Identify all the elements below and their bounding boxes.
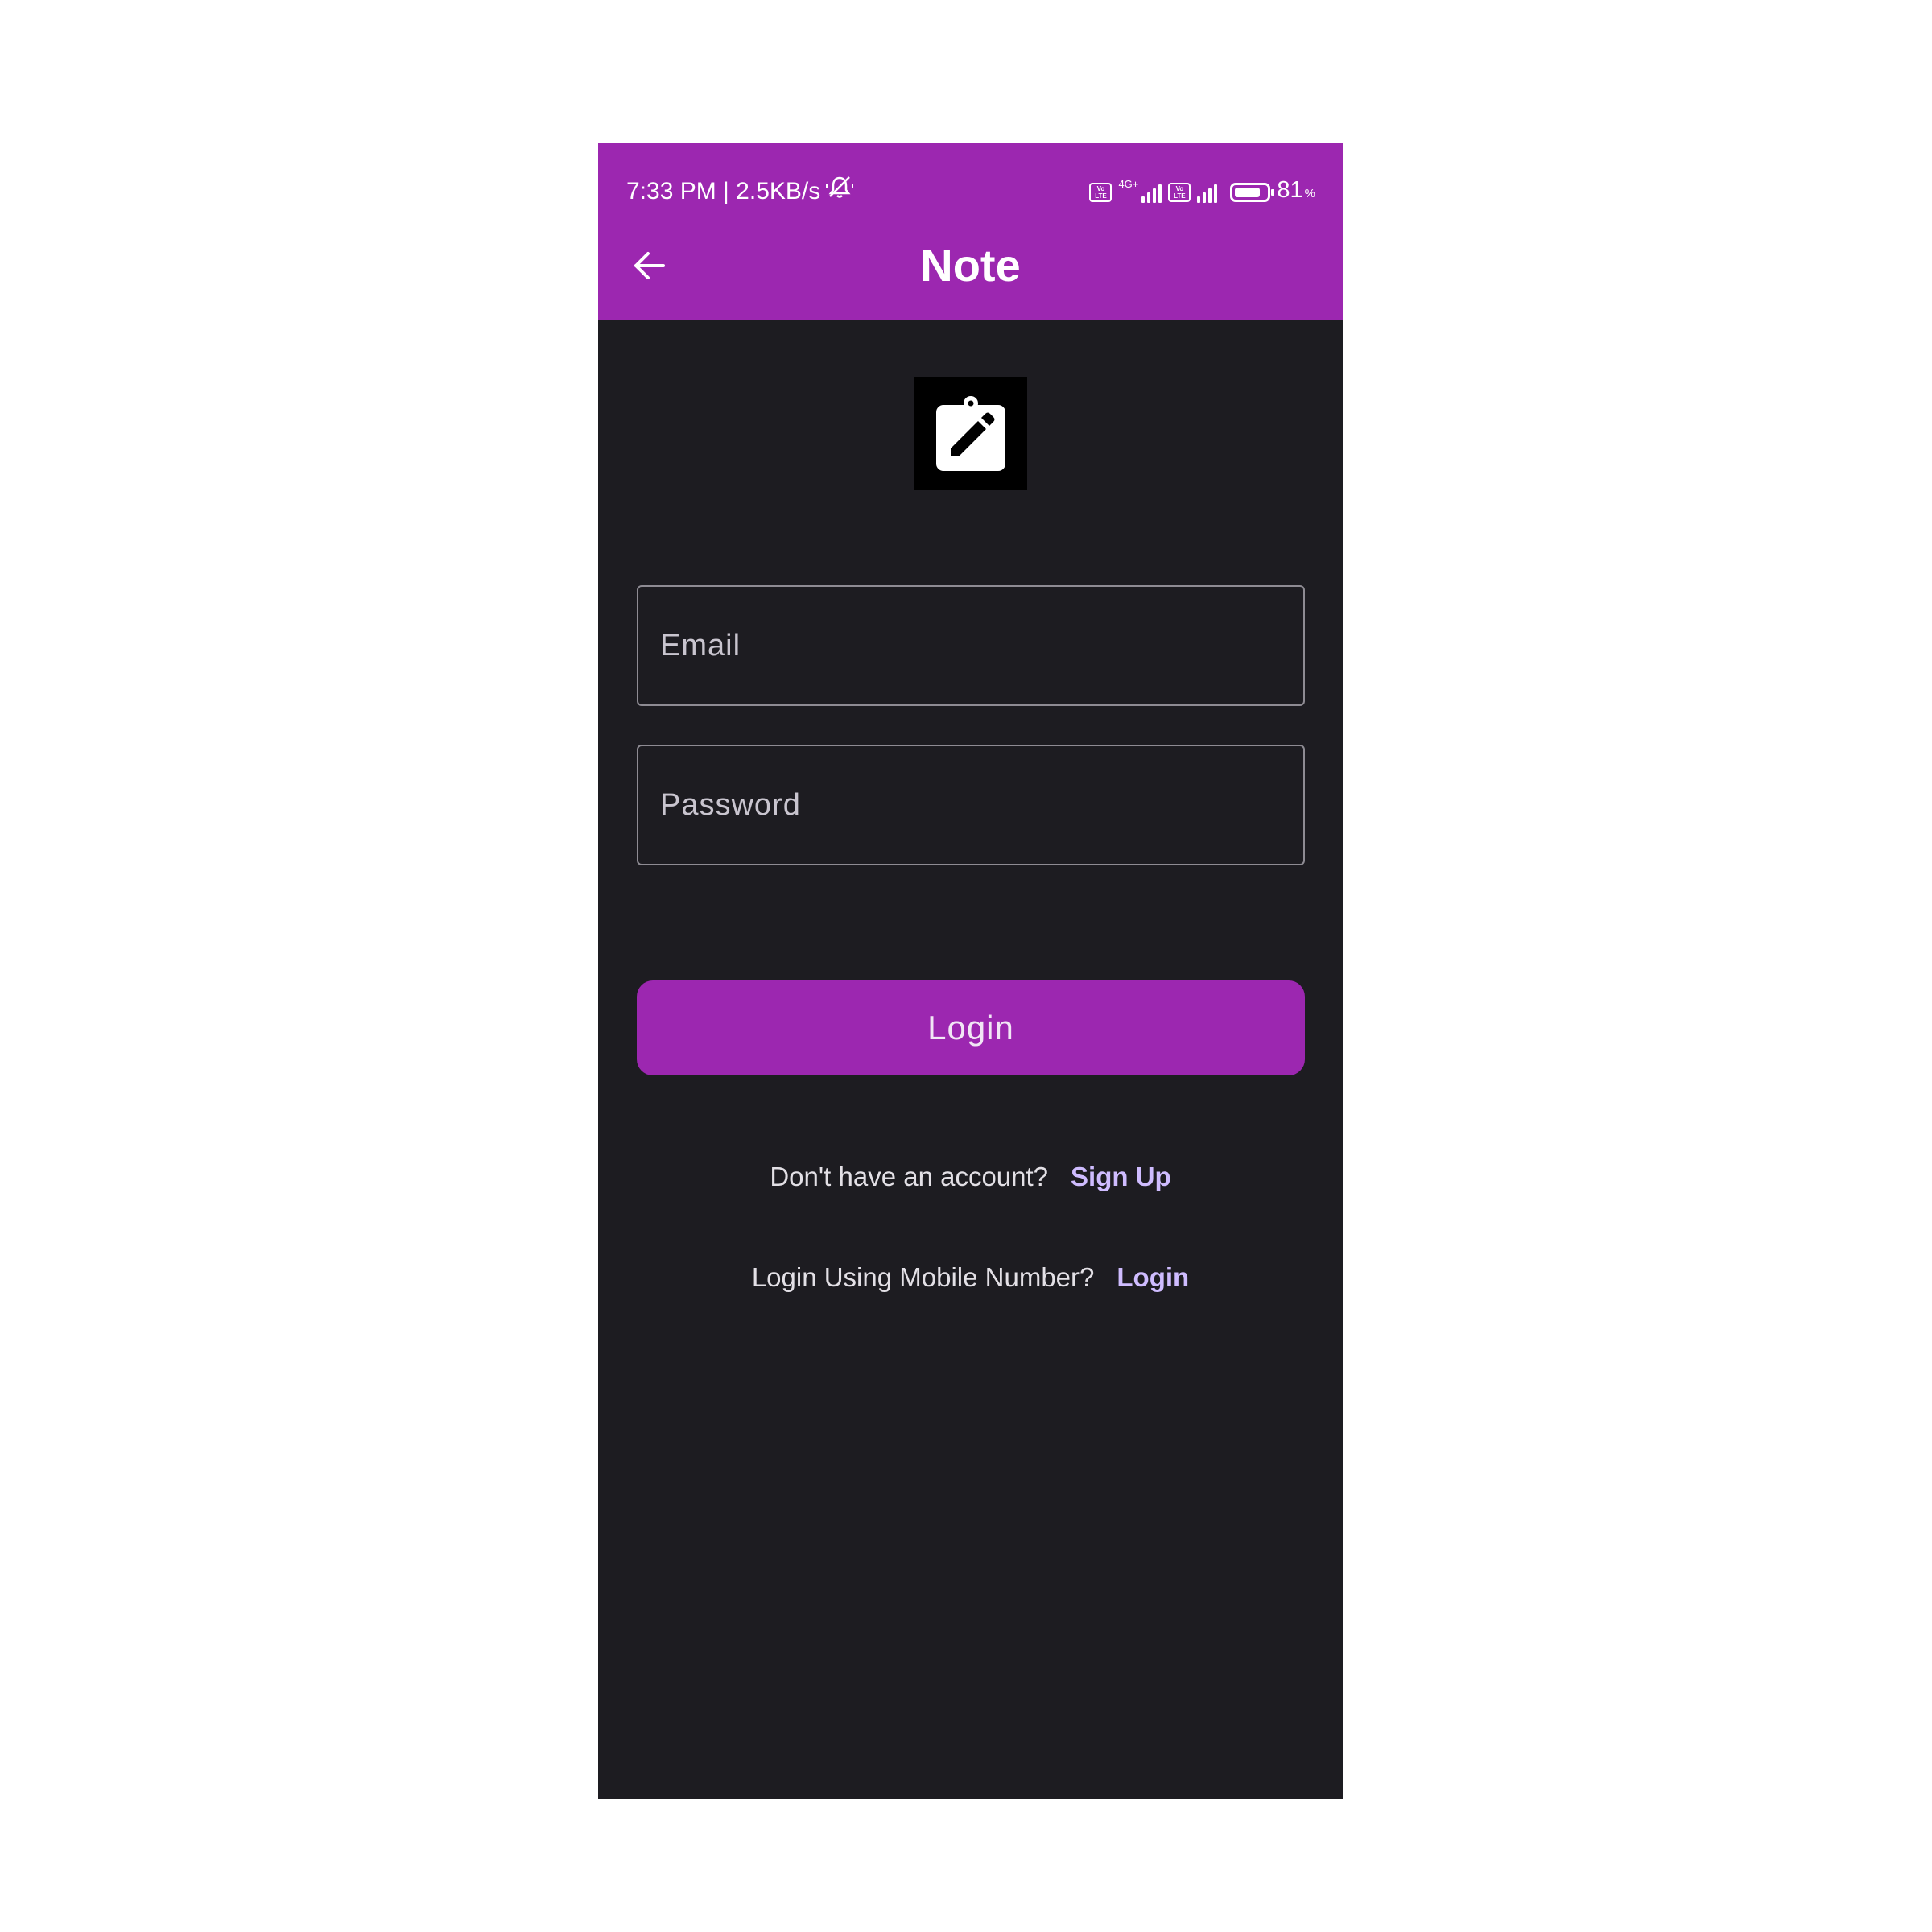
signup-prompt: Don't have an account? — [770, 1162, 1049, 1191]
volte-icon: Vo LTE — [1168, 182, 1191, 202]
password-field[interactable] — [637, 745, 1305, 865]
signal-icon — [1197, 182, 1218, 203]
volte-icon: Vo LTE — [1089, 182, 1113, 202]
clipboard-edit-icon — [935, 395, 1005, 471]
battery-percent-unit: % — [1304, 187, 1315, 200]
app-logo — [914, 377, 1027, 490]
mobile-login-row: Login Using Mobile Number? Login — [598, 1260, 1343, 1295]
login-button[interactable]: Login — [637, 980, 1305, 1075]
signup-row: Don't have an account? Sign Up — [598, 1159, 1343, 1195]
silent-alarm-icon — [825, 174, 854, 208]
page-title: Note — [920, 240, 1021, 291]
network-type-label: 4G+ — [1118, 177, 1139, 190]
battery-percent: 81 % — [1277, 174, 1315, 210]
mobile-login-prompt: Login Using Mobile Number? — [751, 1262, 1095, 1292]
phone-screen: 7:33 PM | 2.5KB/s Vo LTE 4G+ Vo LTE 81 %… — [598, 143, 1343, 1799]
battery-tip — [1271, 188, 1275, 196]
status-bar-right: Vo LTE 4G+ Vo LTE 81 % — [1089, 174, 1315, 210]
status-bar-left: 7:33 PM | 2.5KB/s — [626, 174, 854, 208]
battery-fill — [1235, 187, 1261, 197]
signal-icon — [1141, 182, 1162, 203]
signup-link[interactable]: Sign Up — [1071, 1162, 1171, 1191]
battery-icon — [1230, 182, 1275, 202]
mobile-login-link[interactable]: Login — [1117, 1262, 1189, 1292]
app-header: 7:33 PM | 2.5KB/s Vo LTE 4G+ Vo LTE 81 %… — [598, 143, 1343, 320]
battery-percent-value: 81 — [1277, 177, 1303, 203]
email-field[interactable] — [637, 585, 1305, 706]
status-time-speed: 7:33 PM | 2.5KB/s — [626, 177, 821, 204]
